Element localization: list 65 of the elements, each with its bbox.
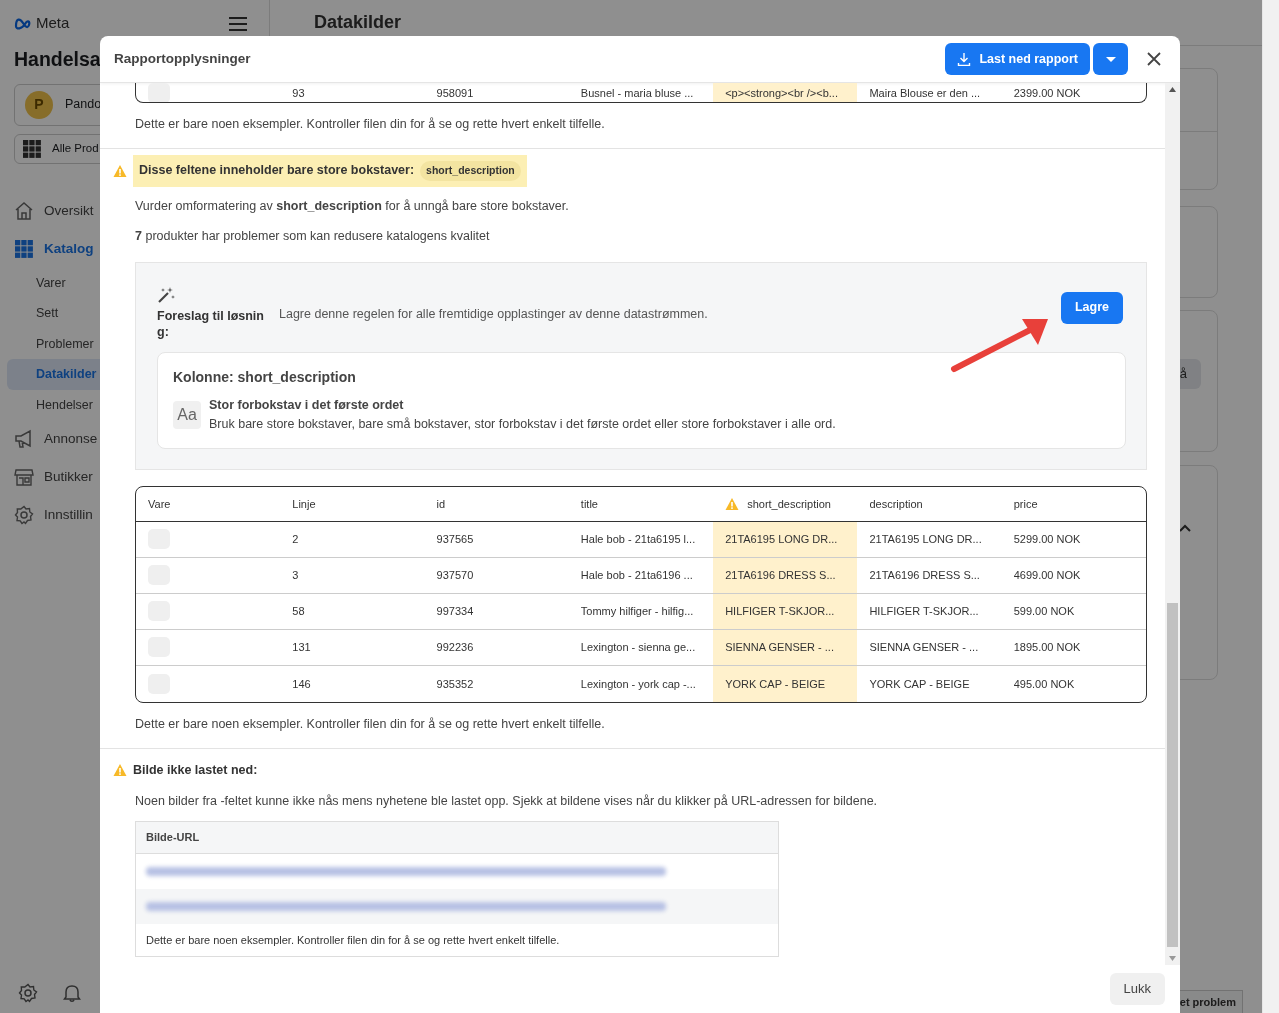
- column-header: Bilde-URL: [136, 822, 778, 854]
- table-cell-text: Maira Blouse er den ...: [868, 85, 982, 101]
- table-cell: SIENNA GENSER - ...: [713, 629, 858, 665]
- table-cell-text: Busnel - maria bluse ...: [579, 85, 695, 101]
- rule-description: Bruk bare store bokstaver, bare små bokstaver, stor forbokstav i det første ordet eller store forbokstaver i alle ord.: [209, 416, 836, 433]
- table-cell-text: YORK CAP - BEIGE: [868, 676, 971, 692]
- issue-description: Noen bilder fra -feltet kunne ikke nås mens nyhetene ble lastet opp. Sjekk at bildene vises når du klikker på URL-adressen for bildene.: [135, 793, 879, 811]
- column-header: id: [435, 496, 447, 512]
- table-cell-text: 4699.00 NOK: [1012, 568, 1082, 583]
- business-name: Handelsa: [14, 46, 101, 72]
- issue-title: Bilde ikke lastet ned:: [133, 761, 258, 779]
- table-cell: 21TA6196 DRESS S...: [713, 557, 858, 593]
- table-cell: <p><strong><br /><b...: [713, 83, 858, 102]
- table-cell-text: 997334: [435, 604, 475, 619]
- avatar: P: [25, 90, 53, 119]
- column-header: Linje: [291, 496, 317, 512]
- note-text: Dette er bare noen eksempler. Kontroller filen din for å se og rette hvert enkelt tilfelle.: [135, 715, 606, 733]
- table-cell-text: HILFIGER T-SKJOR...: [868, 604, 980, 619]
- table-cell-text: 935352: [435, 676, 475, 692]
- rule-title: Stor forbokstav i det første ordet: [209, 397, 405, 415]
- table-cell-text: 2: [291, 532, 300, 547]
- table-cell-text: 58: [291, 604, 306, 619]
- table-cell-text: 5299.00 NOK: [1012, 532, 1082, 547]
- note-text: Dette er bare noen eksempler. Kontroller filen din for å se og rette hvert enkelt tilfelle.: [135, 116, 606, 133]
- table-cell-text: Lexington - sienna ge...: [579, 640, 697, 655]
- account-name: Pando: [65, 96, 102, 114]
- table-cell-text: 1895.00 NOK: [1012, 640, 1082, 655]
- table-cell-text: SIENNA GENSER - ...: [868, 640, 980, 655]
- suggestion-text: Lagre denne regelen for alle fremtidige opplastinger av denne datastrømmen.: [279, 306, 708, 324]
- table-cell: HILFIGER T-SKJOR...: [713, 593, 858, 629]
- issue-title: Disse feltene inneholder bare store bokstaver:: [139, 162, 415, 180]
- table-cell-text: 992236: [435, 640, 475, 655]
- column-title: Kolonne: short_description: [173, 368, 357, 388]
- table-cell-text: 93: [291, 85, 306, 101]
- table-cell-text: 599.00 NOK: [1012, 604, 1076, 619]
- table-cell-text: 21TA6196 DRESS S...: [868, 568, 981, 583]
- dialog-title: Rapportopplysninger: [114, 49, 251, 68]
- table-cell: 21TA6195 LONG DR...: [713, 521, 858, 557]
- table-cell-text: 2399.00 NOK: [1012, 85, 1082, 101]
- table-cell-text: 937565: [435, 532, 475, 547]
- advice-text: Vurder omformatering av short_description for å unngå bare store bokstaver.: [135, 197, 570, 215]
- table-cell-text: Hale bob - 21ta6196 ...: [579, 568, 694, 583]
- table-cell-text: 937570: [435, 568, 475, 583]
- count-text: 7 produkter har problemer som kan redusere katalogens kvalitet: [135, 228, 491, 246]
- catalog-name: Alle Prod: [52, 141, 99, 157]
- note-text: Dette er bare noen eksempler. Kontroller filen din for å se og rette hvert enkelt tilfelle.: [145, 932, 561, 948]
- table-cell-text: 3: [291, 568, 300, 583]
- table-cell-text: 21TA6195 LONG DR...: [868, 532, 983, 547]
- column-header: price: [1012, 496, 1039, 512]
- brand-name: Meta: [36, 13, 70, 33]
- table-cell-text: Lexington - york cap -...: [579, 676, 697, 692]
- field-tag: short_description: [420, 160, 521, 181]
- table-cell-text: Hale bob - 21ta6195 l...: [579, 532, 697, 547]
- column-header: title: [579, 496, 599, 512]
- text-case-icon: Aa: [173, 401, 201, 429]
- column-header: short_description: [713, 486, 858, 521]
- table-cell: YORK CAP - BEIGE: [713, 665, 858, 702]
- table-cell-text: 958091: [435, 85, 475, 101]
- column-header: description: [868, 496, 924, 512]
- table-cell-text: 495.00 NOK: [1012, 676, 1076, 692]
- table-cell-text: 146: [291, 676, 312, 692]
- table-cell-text: Tommy hilfiger - hilfig...: [579, 604, 695, 619]
- suggestion-label: Foreslag til løsning:: [157, 307, 265, 341]
- column-header: Vare: [147, 496, 172, 512]
- table-cell-text: 131: [291, 640, 312, 655]
